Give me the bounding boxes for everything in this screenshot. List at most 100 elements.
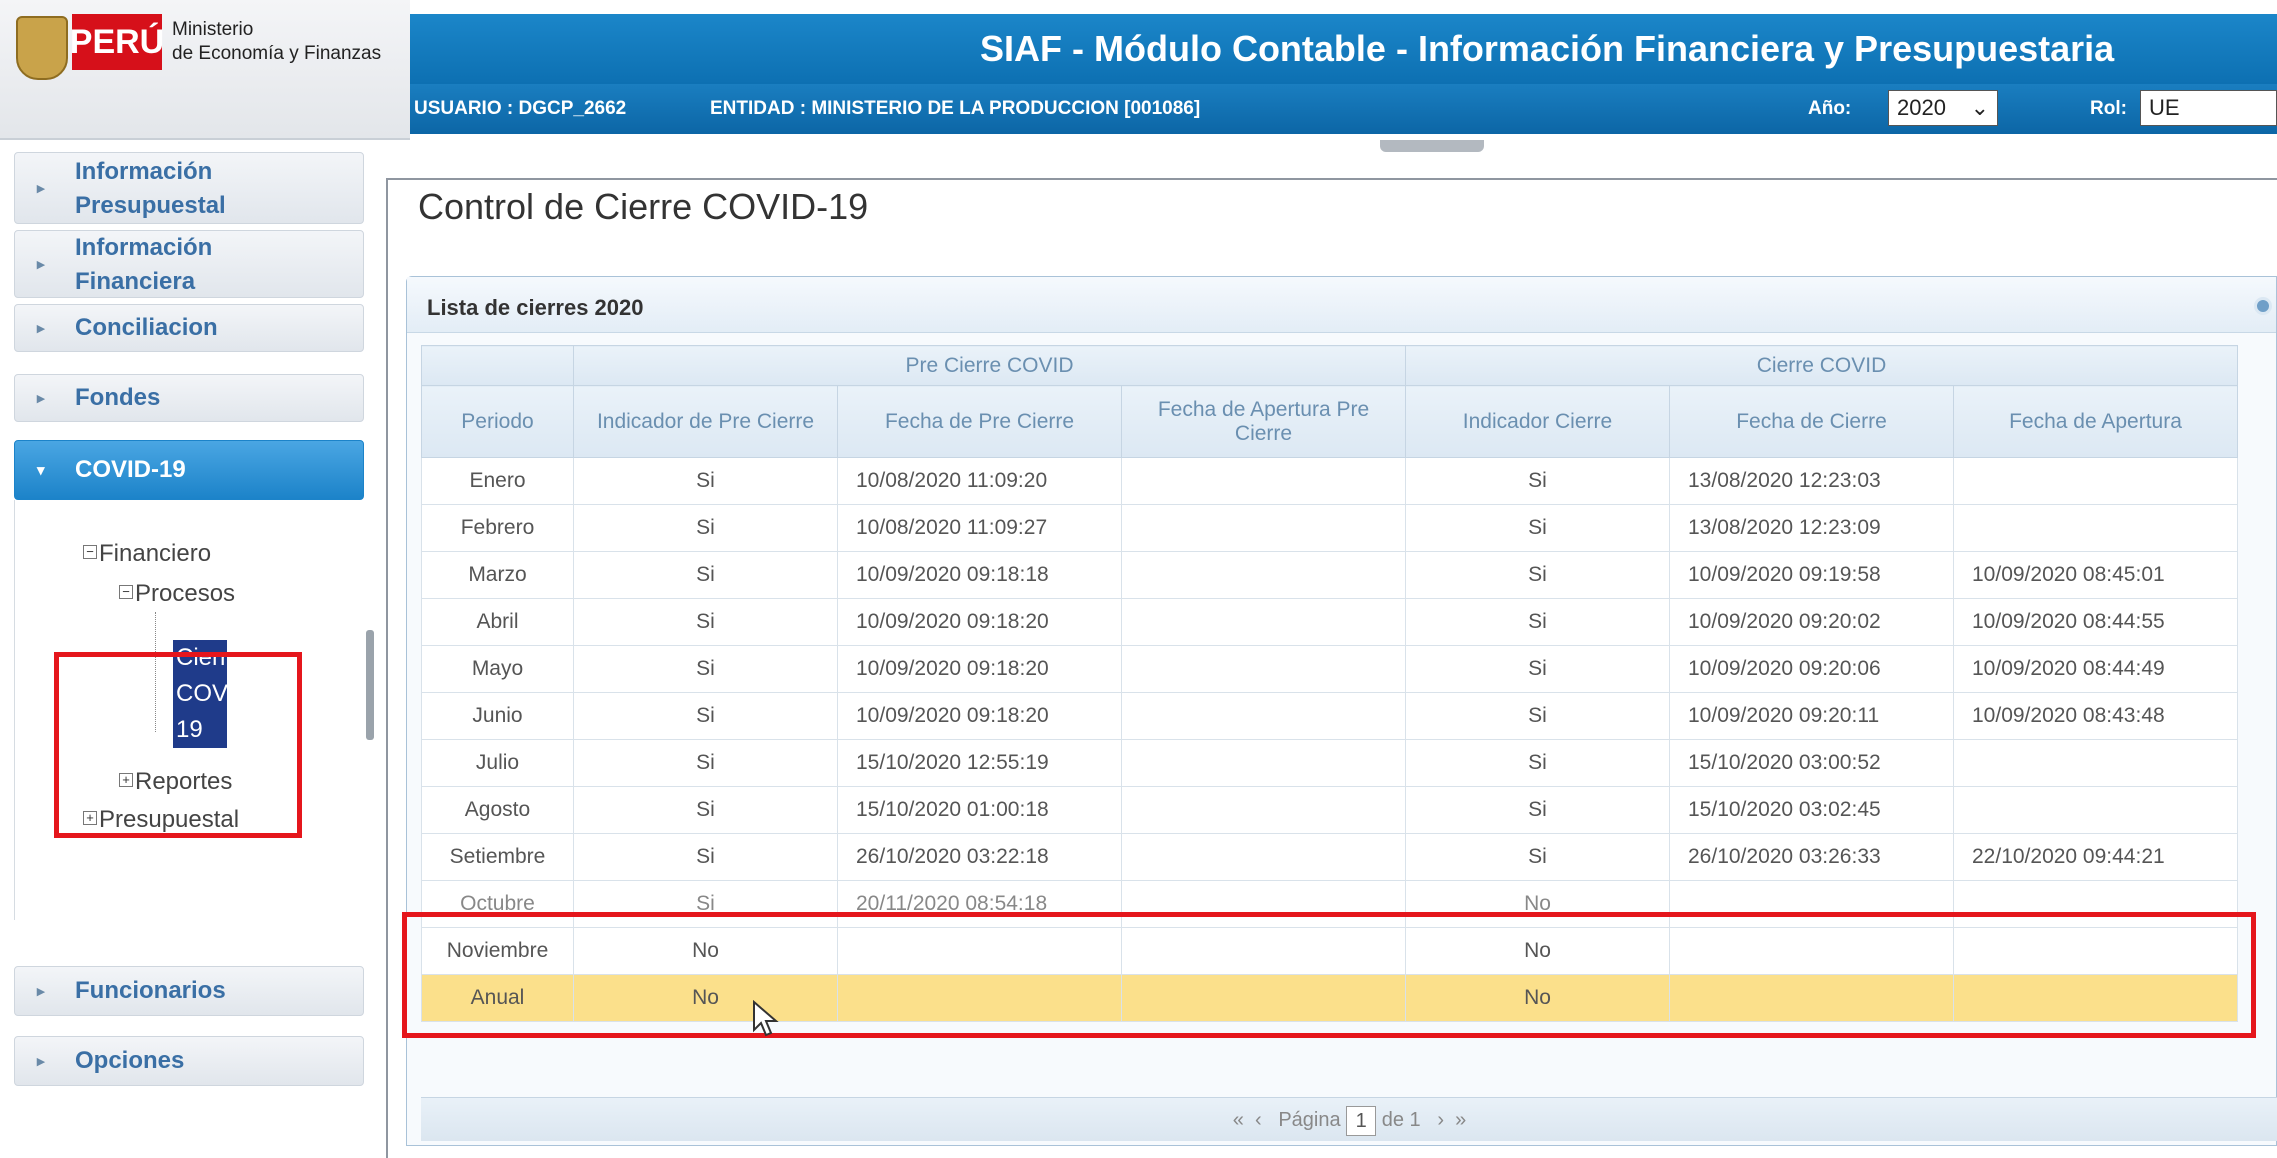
panel-header: Lista de cierres 2020 <box>407 277 2276 333</box>
table-cell: 26/10/2020 03:26:33 <box>1669 833 1954 881</box>
table-cell <box>1121 833 1406 881</box>
column-header[interactable]: Indicador Cierre <box>1405 385 1670 458</box>
table-cell: 13/08/2020 12:23:03 <box>1669 457 1954 505</box>
page-total: de 1 <box>1381 1109 1421 1131</box>
chevron-down-icon: ▾ <box>37 462 45 479</box>
table-cell: 15/10/2020 03:00:52 <box>1669 739 1954 787</box>
column-header[interactable]: Fecha de Pre Cierre <box>837 385 1122 458</box>
next-page-button[interactable]: › <box>1437 1109 1444 1131</box>
tree-label: Financiero <box>99 540 212 567</box>
table-cell: 10/09/2020 09:20:11 <box>1669 692 1954 740</box>
table-cell <box>1953 457 2238 505</box>
sidebar-item-label: Información Financiera <box>75 234 213 295</box>
table-cell: 15/10/2020 12:55:19 <box>837 739 1122 787</box>
group-header-pre-cierre: Pre Cierre COVID <box>573 345 1406 386</box>
sidebar-item-label: Información Presupuestal <box>75 158 226 219</box>
table-cell: Si <box>1405 598 1670 646</box>
sidebar-item-fondes[interactable]: ▸ Fondes <box>14 374 364 422</box>
table-cell: 10/09/2020 08:44:55 <box>1953 598 2238 646</box>
title-bar: SIAF - Módulo Contable - Información Fin… <box>410 14 2277 84</box>
rol-field[interactable]: UE <box>2140 90 2277 126</box>
table-cell: Febrero <box>421 504 574 552</box>
logo-line2: de Economía y Finanzas <box>172 43 382 64</box>
sidebar-item-informacion-presupuestal[interactable]: ▸ Información Presupuestal <box>14 152 364 224</box>
page-number-input[interactable]: 1 <box>1346 1105 1377 1136</box>
sidebar-item-conciliacion[interactable]: ▸ Conciliacion <box>14 304 364 352</box>
table-cell: 10/09/2020 09:20:02 <box>1669 598 1954 646</box>
table-row[interactable]: Agosto Si 15/10/2020 01:00:18 Si 15/10/2020 … <box>421 786 2238 834</box>
tree-node-financiero[interactable]: − Financiero <box>83 540 211 568</box>
sidebar-item-covid-19[interactable]: ▾ COVID-19 <box>14 440 364 500</box>
tree-node-procesos[interactable]: − Procesos <box>119 580 235 608</box>
chevron-right-icon: ▸ <box>37 390 45 407</box>
prev-page-button[interactable]: ‹ <box>1255 1109 1262 1131</box>
table-cell: Si <box>573 739 838 787</box>
header-splitter-handle[interactable] <box>1380 140 1484 152</box>
first-page-button[interactable]: « <box>1233 1109 1244 1131</box>
column-header[interactable]: Periodo <box>421 385 574 458</box>
table-cell: Mayo <box>421 645 574 693</box>
table-row[interactable]: Junio Si 10/09/2020 09:18:20 Si 10/09/2020 0… <box>421 692 2238 740</box>
table-cell: 10/09/2020 09:18:20 <box>837 598 1122 646</box>
table-cell: 10/09/2020 09:20:06 <box>1669 645 1954 693</box>
table-row[interactable]: Febrero Si 10/08/2020 11:09:27 Si 13/08/2020… <box>421 504 2238 552</box>
table-row[interactable]: Julio Si 15/10/2020 12:55:19 Si 15/10/2020 0… <box>421 739 2238 787</box>
entidad-label: ENTIDAD : MINISTERIO DE LA PRODUCCION [0… <box>710 98 1201 119</box>
app-header: PERÚ Ministerio de Economía y Finanzas S… <box>0 0 2277 140</box>
column-header[interactable]: Fecha de Cierre <box>1669 385 1954 458</box>
sidebar-scrollbar[interactable] <box>366 630 374 740</box>
table-cell: Si <box>1405 786 1670 834</box>
table-row[interactable]: Marzo Si 10/09/2020 09:18:18 Si 10/09/2020 0… <box>421 551 2238 599</box>
table-cell: Si <box>573 598 838 646</box>
logo: PERÚ Ministerio de Economía y Finanzas <box>0 0 410 140</box>
collapse-panel-icon[interactable] <box>2254 297 2272 315</box>
anio-value: 2020 <box>1897 95 1946 120</box>
last-page-button[interactable]: » <box>1455 1109 1466 1131</box>
anio-select[interactable]: 2020 ⌄ <box>1888 90 1998 126</box>
table-cell: Si <box>573 692 838 740</box>
table-row[interactable]: Setiembre Si 26/10/2020 03:22:18 Si 26/10/20… <box>421 833 2238 881</box>
highlight-box-tree <box>54 652 302 838</box>
column-header[interactable]: Indicador de Pre Cierre <box>573 385 838 458</box>
tree-label: Procesos <box>135 580 236 607</box>
table-cell: 15/10/2020 03:02:45 <box>1669 786 1954 834</box>
pagination-bar: « ‹ Página 1 de 1 › » <box>421 1097 2277 1141</box>
anio-label: Año: <box>1808 98 1852 119</box>
table-cell <box>1953 504 2238 552</box>
app-title: SIAF - Módulo Contable - Información Fin… <box>980 28 2115 69</box>
table-cell: Si <box>573 833 838 881</box>
collapse-icon[interactable]: − <box>119 585 133 599</box>
table-cell: Si <box>1405 692 1670 740</box>
column-header[interactable]: Fecha de Apertura Pre Cierre <box>1121 385 1406 458</box>
page-label: Página <box>1278 1109 1341 1131</box>
collapse-icon[interactable]: − <box>83 545 97 559</box>
sidebar-item-funcionarios[interactable]: ▸ Funcionarios <box>14 966 364 1016</box>
table-row[interactable]: Mayo Si 10/09/2020 09:18:20 Si 10/09/2020 09… <box>421 645 2238 693</box>
table-cell: Abril <box>421 598 574 646</box>
highlight-box-rows <box>402 912 2256 1038</box>
session-bar: USUARIO : DGCP_2662 ENTIDAD : MINISTERIO… <box>410 84 2277 134</box>
table-cell: 13/08/2020 12:23:09 <box>1669 504 1954 552</box>
sidebar-item-label: Opciones <box>75 1047 185 1074</box>
table-cell: Junio <box>421 692 574 740</box>
table-cell: Setiembre <box>421 833 574 881</box>
table-row[interactable]: Abril Si 10/09/2020 09:18:20 Si 10/09/2020 0… <box>421 598 2238 646</box>
table-cell: 10/08/2020 11:09:27 <box>837 504 1122 552</box>
panel-title: Lista de cierres 2020 <box>427 295 644 320</box>
table-cell: 10/09/2020 09:18:20 <box>837 692 1122 740</box>
table-row[interactable]: Enero Si 10/08/2020 11:09:20 Si 13/08/2020 1… <box>421 457 2238 505</box>
chevron-right-icon: ▸ <box>37 320 45 337</box>
sidebar-item-informacion-financiera[interactable]: ▸ Información Financiera <box>14 230 364 298</box>
chevron-right-icon: ▸ <box>37 256 45 273</box>
table-cell: Si <box>1405 457 1670 505</box>
sidebar-item-label: Fondes <box>75 384 161 411</box>
table-cell <box>1121 551 1406 599</box>
table-cell: Si <box>1405 645 1670 693</box>
usuario-label: USUARIO : DGCP_2662 <box>414 98 627 119</box>
table-cell <box>1121 692 1406 740</box>
table-cell: Si <box>573 457 838 505</box>
chevron-right-icon: ▸ <box>37 1053 45 1070</box>
sidebar-item-opciones[interactable]: ▸ Opciones <box>14 1036 364 1086</box>
column-header[interactable]: Fecha de Apertura <box>1953 385 2238 458</box>
table-cell: Si <box>1405 739 1670 787</box>
